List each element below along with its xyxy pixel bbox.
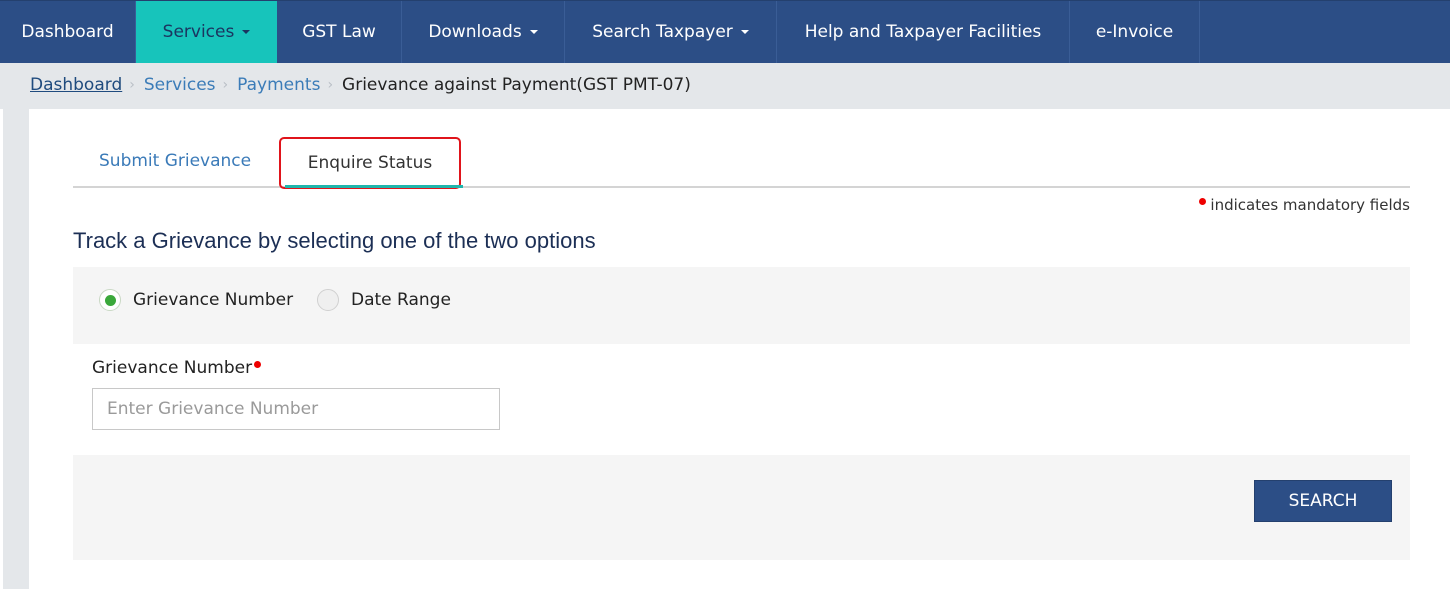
nav-item-search-taxpayer[interactable]: Search Taxpayer [565,1,777,63]
breadcrumb-payments[interactable]: Payments [237,75,320,95]
radio-grievance-number[interactable]: Grievance Number [99,289,293,311]
action-panel [73,455,1410,560]
caret-down-icon [242,30,251,34]
search-button[interactable]: SEARCH [1254,480,1392,522]
chevron-right-icon: › [129,77,135,93]
required-dot-icon [1199,198,1207,205]
nav-item-dashboard[interactable]: Dashboard [0,1,136,63]
tab-enquire-status[interactable]: Enquire Status [279,137,463,189]
nav-item-help[interactable]: Help and Taxpayer Facilities [777,1,1070,63]
tab-bar: Submit Grievance Enquire Status [73,136,1410,189]
tab-submit-grievance[interactable]: Submit Grievance [99,136,251,186]
left-gutter [3,109,29,589]
search-option-panel: Grievance Number Date Range [73,267,1410,344]
breadcrumb-current: Grievance against Payment(GST PMT-07) [342,75,691,95]
required-dot-icon [254,361,262,368]
radio-checked-icon[interactable] [99,289,121,311]
top-navigation: Dashboard Services GST Law Downloads Sea… [0,0,1450,63]
caret-down-icon [529,30,538,34]
active-tab-indicator [285,185,463,188]
nav-item-gst-law[interactable]: GST Law [277,1,402,63]
caret-down-icon [740,30,749,34]
radio-unchecked-icon[interactable] [317,289,339,311]
mandatory-note: indicates mandatory fields [1199,196,1410,214]
breadcrumb: Dashboard › Services › Payments › Grieva… [30,75,691,95]
breadcrumb-bar: Dashboard › Services › Payments › Grieva… [0,63,1450,109]
breadcrumb-dashboard[interactable]: Dashboard [30,75,122,95]
nav-item-services[interactable]: Services [136,1,277,63]
chevron-right-icon: › [327,77,334,93]
grievance-number-input[interactable] [92,388,500,430]
grievance-number-label: Grievance Number [92,358,265,378]
breadcrumb-services[interactable]: Services [144,75,216,95]
nav-item-e-invoice[interactable]: e-Invoice [1070,1,1200,63]
radio-date-range[interactable]: Date Range [317,289,451,311]
chevron-right-icon: › [222,77,229,93]
page-heading: Track a Grievance by selecting one of th… [73,228,596,253]
nav-item-downloads[interactable]: Downloads [402,1,565,63]
